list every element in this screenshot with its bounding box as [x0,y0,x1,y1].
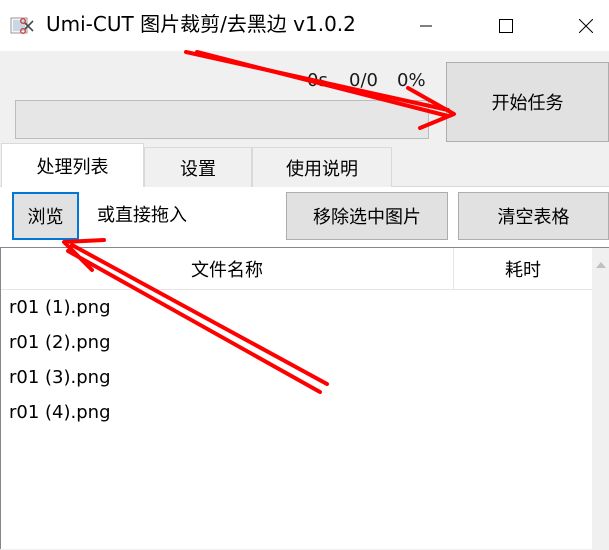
elapsed-time: 0s [307,70,328,91]
table-row[interactable]: r01 (1).png [9,296,111,320]
title-bar: Umi-CUT 图片裁剪/去黑边 v1.0.2 [0,0,609,51]
start-task-button[interactable]: 开始任务 [446,62,609,142]
tab-processing-list[interactable]: 处理列表 [1,143,144,187]
maximize-icon [499,18,513,33]
vertical-scrollbar[interactable] [592,248,609,550]
tab-settings[interactable]: 设置 [144,147,252,187]
maximize-button[interactable] [483,0,529,51]
app-scissors-icon [10,15,36,37]
remove-selected-button[interactable]: 移除选中图片 [286,192,448,240]
table-row[interactable]: r01 (2).png [9,331,111,355]
task-count: 0/0 [349,70,378,91]
column-header-filename[interactable]: 文件名称 [1,248,453,290]
file-list[interactable]: 文件名称 耗时 r01 (1).png r01 (2).png r01 (3).… [0,247,609,550]
column-header-duration[interactable]: 耗时 [454,248,592,290]
tab-instructions[interactable]: 使用说明 [252,147,392,187]
table-row[interactable]: r01 (3).png [9,366,111,390]
scroll-up-arrow-icon[interactable] [596,262,606,268]
progress-percent: 0% [397,70,426,91]
browse-button[interactable]: 浏览 [12,192,79,240]
close-button[interactable] [563,0,609,51]
list-header: 文件名称 耗时 [1,248,592,290]
table-row[interactable]: r01 (4).png [9,401,111,425]
clear-table-button[interactable]: 清空表格 [458,192,609,240]
progress-bar [15,100,429,139]
window-title: Umi-CUT 图片裁剪/去黑边 v1.0.2 [46,12,356,36]
minimize-icon [420,25,432,26]
close-icon [579,18,593,33]
drag-hint-label: 或直接拖入 [97,205,187,226]
minimize-button[interactable] [403,0,449,51]
